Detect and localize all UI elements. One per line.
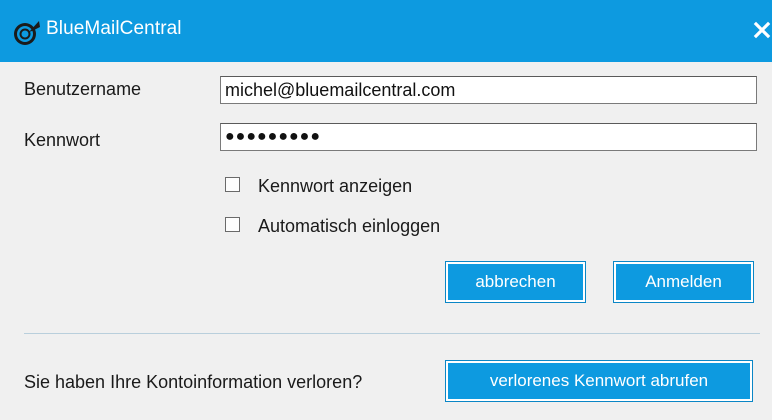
username-input[interactable] [220, 76, 757, 104]
password-input[interactable]: ●●●●●●●●● [220, 123, 757, 151]
cancel-button[interactable]: abbrechen [446, 262, 585, 302]
password-mask: ●●●●●●●●● [225, 128, 321, 145]
close-icon[interactable] [748, 14, 772, 46]
show-password-checkbox[interactable] [225, 177, 240, 192]
window-title: BlueMailCentral [46, 18, 182, 39]
show-password-label: Kennwort anzeigen [258, 176, 413, 196]
title-bar: BlueMailCentral [0, 0, 772, 62]
lost-info-text: Sie haben Ihre Kontoinformation verloren… [24, 372, 363, 392]
auto-login-checkbox[interactable] [225, 217, 240, 232]
password-label: Kennwort [24, 130, 101, 150]
username-label: Benutzername [24, 79, 142, 99]
auto-login-label: Automatisch einloggen [258, 216, 441, 236]
recover-password-button[interactable]: verlorenes Kennwort abrufen [446, 361, 752, 401]
bluemail-logo-icon [14, 21, 40, 45]
login-button[interactable]: Anmelden [614, 262, 753, 302]
section-divider [24, 333, 760, 334]
login-dialog: BlueMailCentral Benutzername Kennwort ●●… [0, 0, 772, 420]
